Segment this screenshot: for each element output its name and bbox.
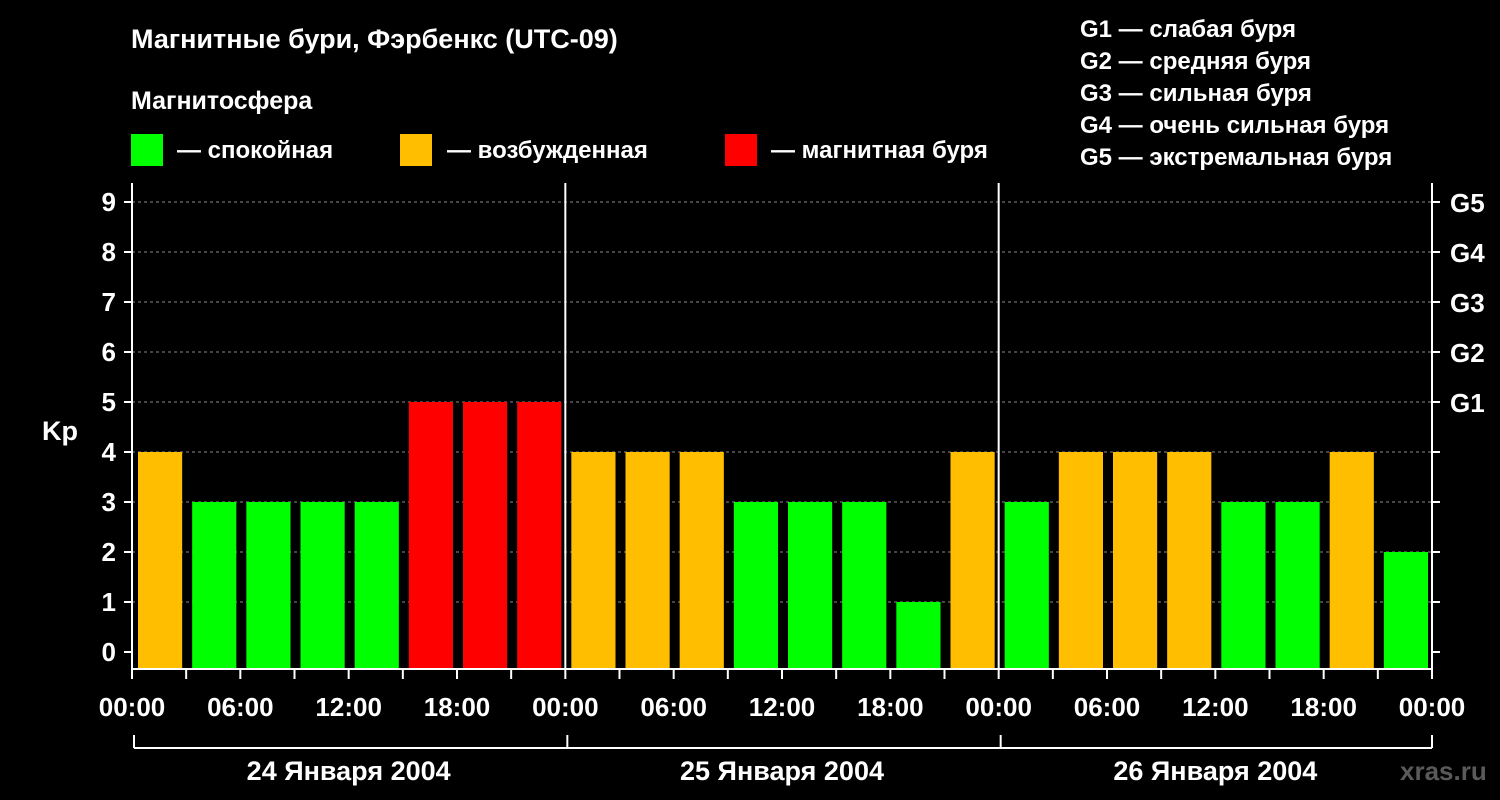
y-tick-label: 3 (102, 487, 116, 517)
x-tick-label: 12:00 (315, 692, 382, 722)
kp-bar (788, 502, 833, 669)
kp-bar (625, 452, 670, 669)
day-label: 24 Января 2004 (247, 756, 451, 786)
right-tick-label: G1 (1450, 388, 1485, 418)
right-tick-label: G4 (1450, 238, 1485, 268)
y-tick-label: 0 (102, 637, 116, 667)
y-tick-label: 6 (102, 337, 116, 367)
kp-bar (192, 502, 237, 669)
right-tick-label: G5 (1450, 188, 1485, 218)
x-tick-label: 00:00 (965, 692, 1032, 722)
day-label: 25 Января 2004 (680, 756, 884, 786)
bars (138, 402, 1428, 669)
y-tick-label: 9 (102, 187, 116, 217)
kp-bar (733, 502, 778, 669)
kp-bar (571, 452, 616, 669)
y-tick-label: 5 (102, 387, 116, 417)
x-tick-label: 12:00 (749, 692, 816, 722)
kp-bar (246, 502, 291, 669)
kp-bar (300, 502, 345, 669)
x-tick-label: 06:00 (1074, 692, 1141, 722)
y-axis-label: Kp (42, 416, 78, 446)
y-tick-label: 1 (102, 587, 116, 617)
right-tick-label: G3 (1450, 288, 1485, 318)
legend-swatch-storm (725, 134, 757, 166)
kp-bar (517, 402, 562, 669)
y-tick-label: 7 (102, 287, 116, 317)
kp-chart: Магнитные бури, Фэрбенкс (UTC-09) Магнит… (42, 16, 1487, 786)
x-ticks: 00:00 06:00 12:00 18:00 00:00 06:00 12:00 18:00… (99, 669, 1466, 722)
kp-bar (679, 452, 724, 669)
legend-swatch-excited (400, 134, 432, 166)
legend-swatch-calm (131, 134, 163, 166)
y-ticks: 0 1 2 3 4 5 6 7 8 9 (102, 187, 132, 667)
kp-bar (1221, 502, 1266, 669)
g-scale-item-g2: G2 — средняя буря (1080, 48, 1311, 75)
kp-bar (842, 502, 887, 669)
kp-bar (463, 402, 508, 669)
kp-bar (896, 602, 941, 669)
x-tick-label: 18:00 (857, 692, 924, 722)
legend: — спокойная — возбужденная — магнитная б… (131, 134, 988, 166)
x-tick-label: 00:00 (99, 692, 166, 722)
g-scale-item-g5: G5 — экстремальная буря (1080, 144, 1392, 171)
x-tick-label: 00:00 (532, 692, 599, 722)
y-tick-label: 8 (102, 237, 116, 267)
legend-label-storm: — магнитная буря (771, 137, 988, 164)
kp-bar (1329, 452, 1374, 669)
kp-bar (1058, 452, 1103, 669)
y-tick-label: 4 (102, 437, 117, 467)
kp-bar (1167, 452, 1212, 669)
kp-bar (408, 402, 453, 669)
x-tick-label: 18:00 (424, 692, 491, 722)
x-tick-label: 06:00 (207, 692, 274, 722)
g-scale-item-g4: G4 — очень сильная буря (1080, 112, 1389, 139)
day-label: 26 Января 2004 (1113, 756, 1317, 786)
legend-label-calm: — спокойная (177, 137, 333, 164)
kp-bar (1275, 502, 1320, 669)
kp-bar (1383, 552, 1428, 669)
right-ticks: G1 G2 G3 G4 G5 (1432, 188, 1485, 653)
kp-bar (950, 452, 995, 669)
watermark: xras.ru (1400, 756, 1487, 786)
x-tick-label: 18:00 (1290, 692, 1357, 722)
x-tick-label: 12:00 (1182, 692, 1249, 722)
g-scale-legend: G1 — слабая буря G2 — средняя буря G3 — … (1080, 16, 1392, 171)
legend-label-excited: — возбужденная (447, 137, 648, 164)
kp-bar (1113, 452, 1158, 669)
legend-title: Магнитосфера (131, 87, 313, 115)
g-scale-item-g1: G1 — слабая буря (1080, 16, 1296, 43)
g-scale-item-g3: G3 — сильная буря (1080, 80, 1312, 107)
x-tick-label: 06:00 (640, 692, 707, 722)
kp-bar (354, 502, 399, 669)
right-tick-label: G2 (1450, 338, 1485, 368)
kp-bar (138, 452, 183, 669)
kp-bar (1004, 502, 1049, 669)
x-tick-label: 00:00 (1399, 692, 1466, 722)
chart-title: Магнитные бури, Фэрбенкс (UTC-09) (131, 24, 618, 54)
day-labels: 24 Января 2004 25 Января 2004 26 Января 20… (133, 735, 1433, 786)
y-tick-label: 2 (102, 537, 116, 567)
